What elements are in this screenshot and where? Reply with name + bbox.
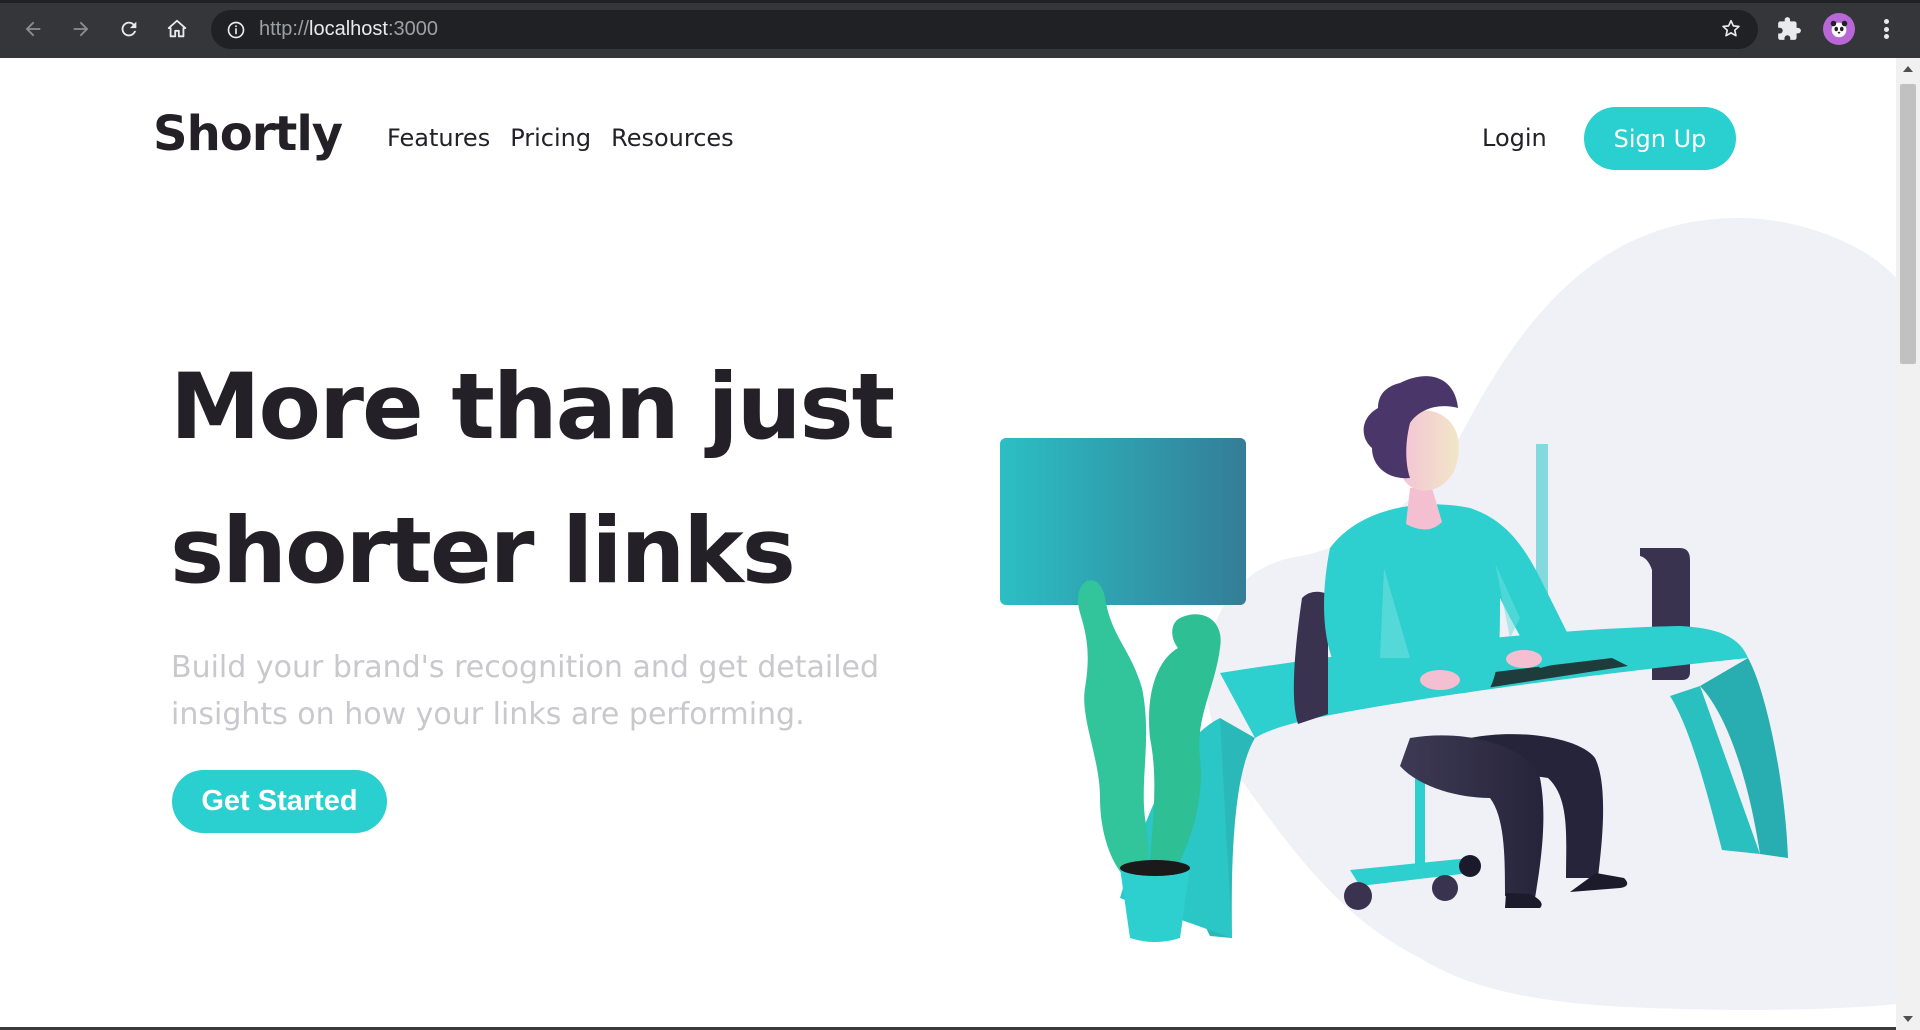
info-icon[interactable] [225, 19, 247, 41]
more-menu-icon[interactable] [1880, 16, 1892, 42]
back-button[interactable] [18, 14, 48, 44]
forward-button[interactable] [66, 14, 96, 44]
url-host: localhost [309, 18, 388, 40]
scrollbar-thumb[interactable] [1900, 84, 1916, 364]
hero-title-line-2: shorter links [170, 499, 796, 604]
back-icon [25, 21, 41, 37]
plant-pot-rim [1120, 860, 1190, 876]
plant-leaf-left [1077, 580, 1149, 888]
page-scrollbar[interactable] [1896, 58, 1920, 1030]
site-nav: Features Pricing Resources [387, 124, 734, 152]
home-icon [167, 19, 187, 38]
nav-link-features[interactable]: Features [387, 124, 490, 152]
tab-strip-edge [0, 0, 1920, 3]
person-hand-left [1420, 670, 1460, 690]
bookmark-star-icon[interactable] [1720, 18, 1742, 40]
url-text[interactable]: http://localhost:3000 [259, 18, 438, 41]
chair-wheel-right [1432, 875, 1458, 901]
person-hand-right [1506, 650, 1542, 668]
chair-wheel-back [1459, 855, 1481, 877]
panda-icon [1830, 20, 1848, 38]
browser-toolbar: http://localhost:3000 [0, 0, 1920, 58]
nav-link-pricing[interactable]: Pricing [510, 124, 591, 152]
forward-icon [73, 21, 89, 37]
signup-button[interactable]: Sign Up [1584, 107, 1736, 170]
profile-avatar[interactable] [1823, 13, 1855, 45]
hero-illustration [1000, 218, 1896, 1010]
reload-button[interactable] [114, 14, 144, 44]
chair-wheel-left [1344, 882, 1372, 910]
address-bar[interactable]: http://localhost:3000 [211, 10, 1758, 49]
hero-title-line-1: More than just [170, 355, 895, 460]
site-logo[interactable]: Shortly [153, 106, 343, 162]
reload-icon [121, 21, 137, 37]
home-button[interactable] [162, 14, 192, 44]
plant-pot [1120, 868, 1190, 942]
hero-title: More than just shorter links [170, 336, 930, 624]
monitor-screen [1000, 438, 1246, 605]
extensions-icon[interactable] [1776, 16, 1802, 42]
hero-subtitle-line-1: Build your brand's recognition and get d… [171, 650, 880, 685]
scroll-up-icon[interactable] [1903, 66, 1913, 72]
url-port: :3000 [387, 18, 439, 40]
login-link[interactable]: Login [1482, 124, 1547, 152]
scroll-down-icon[interactable] [1903, 1016, 1913, 1022]
nav-link-resources[interactable]: Resources [611, 124, 734, 152]
get-started-button[interactable]: Get Started [172, 770, 387, 833]
hero-subtitle: Build your brand's recognition and get d… [171, 644, 951, 738]
hero-subtitle-line-2: insights on how your links are performin… [171, 697, 805, 732]
url-scheme: http:// [259, 18, 310, 40]
page-viewport: Shortly Features Pricing Resources Login… [0, 58, 1896, 1030]
